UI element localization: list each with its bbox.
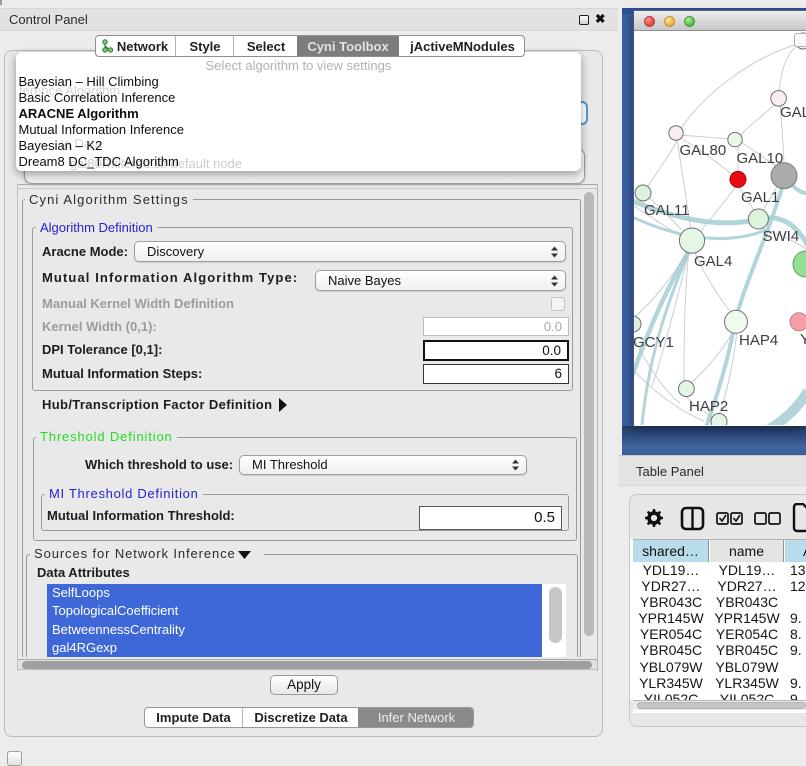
svg-text:HAP4: HAP4 — [739, 332, 778, 349]
svg-text:GCY1: GCY1 — [634, 334, 674, 351]
svg-text:GAL1: GAL1 — [741, 189, 779, 206]
svg-text:GAL4: GAL4 — [694, 253, 732, 270]
svg-text:SWI4: SWI4 — [763, 228, 800, 245]
svg-text:HAP2: HAP2 — [689, 398, 728, 415]
svg-text:GAL80: GAL80 — [680, 142, 727, 159]
svg-text:GAL11: GAL11 — [644, 202, 690, 219]
svg-text:YL: YL — [800, 331, 806, 348]
svg-text:GAL10: GAL10 — [737, 150, 784, 167]
svg-text:GAL2: GAL2 — [780, 104, 806, 121]
